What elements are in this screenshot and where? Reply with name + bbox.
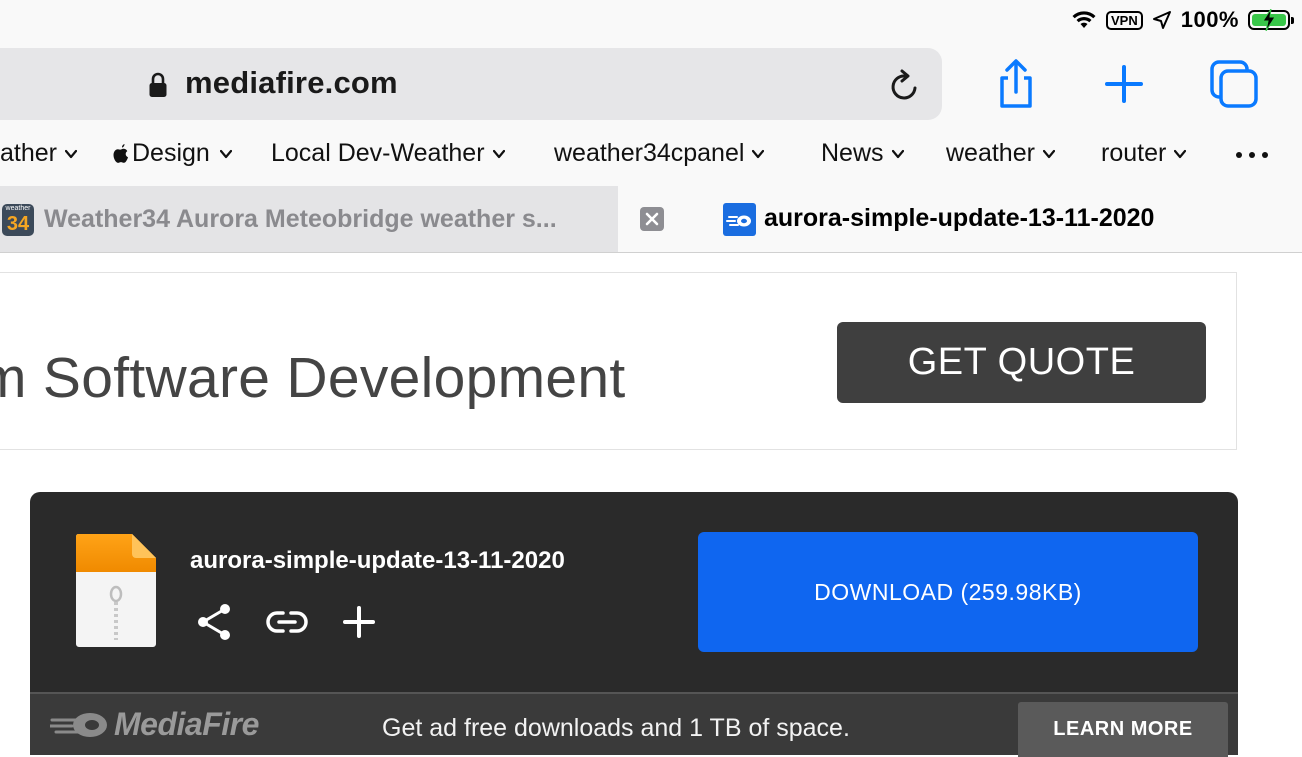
favicon-label: weather [5, 205, 31, 212]
zip-file-icon [75, 534, 156, 647]
reload-icon[interactable] [888, 68, 922, 104]
share-icon[interactable] [988, 56, 1044, 112]
bookmark-folder-weather[interactable]: weather [946, 139, 1055, 168]
link-icon[interactable] [266, 607, 308, 637]
learn-more-button[interactable]: LEARN MORE [1018, 702, 1228, 757]
favicon-number: 34 [6, 213, 30, 235]
bookmark-folder-news[interactable]: News [821, 139, 904, 168]
tab-title: Weather34 Aurora Meteobridge weather s..… [44, 205, 557, 233]
chevron-down-icon [752, 149, 765, 158]
more-bookmarks-icon[interactable] [1236, 152, 1268, 158]
ad-banner[interactable]: m Software Development GET QUOTE [0, 272, 1237, 450]
bookmark-folder-router[interactable]: router [1101, 139, 1187, 168]
tab-weather34[interactable]: weather 34 Weather34 Aurora Meteobridge … [0, 186, 618, 252]
location-arrow-icon [1152, 11, 1171, 29]
bookmark-label: Local Dev-Weather [271, 139, 485, 167]
chevron-down-icon [64, 149, 77, 158]
url-text[interactable]: mediafire.com [185, 65, 398, 101]
promo-text: Get ad free downloads and 1 TB of space. [382, 714, 850, 742]
status-bar: VPN 100% [0, 0, 1302, 40]
mediafire-logo-text: MediaFire [114, 706, 259, 742]
battery-percent: 100% [1180, 7, 1239, 32]
chevron-down-icon [1174, 149, 1187, 158]
mediafire-flame-icon [50, 712, 107, 737]
bookmarks-bar: ather Design Local Dev-Weather weather34… [0, 128, 1302, 186]
bookmark-folder-weather34cpanel[interactable]: weather34cpanel [554, 139, 765, 168]
ad-headline: m Software Development [0, 346, 626, 410]
bookmark-label: ather [0, 139, 57, 167]
bookmark-folder-weather-partial[interactable]: ather [0, 139, 77, 168]
battery-icon [1248, 9, 1294, 31]
bookmark-label: Design [132, 139, 210, 167]
browser-toolbar: mediafire.com [0, 40, 1302, 128]
vpn-badge: VPN [1105, 10, 1143, 30]
bookmark-folder-design[interactable]: Design [112, 139, 232, 168]
chevron-down-icon [1042, 149, 1055, 158]
file-name: aurora-simple-update-13-11-2020 [190, 547, 565, 574]
status-indicators: VPN 100% [1071, 6, 1294, 34]
close-tab-icon[interactable] [640, 207, 664, 231]
chevron-down-icon [891, 149, 904, 158]
tabs-overview-icon[interactable] [1206, 56, 1262, 112]
bookmark-label: News [821, 139, 884, 167]
tab-title: aurora-simple-update-13-11-2020 [764, 204, 1155, 232]
bookmark-label: weather34cpanel [554, 139, 745, 167]
share-icon[interactable] [196, 602, 232, 642]
file-actions [196, 602, 376, 642]
charging-bolt-icon [1262, 9, 1276, 31]
promo-bar: MediaFire Get ad free downloads and 1 TB… [30, 692, 1238, 757]
tab-bar: weather 34 Weather34 Aurora Meteobridge … [0, 186, 1302, 253]
get-quote-button[interactable]: GET QUOTE [837, 322, 1206, 403]
download-button[interactable]: DOWNLOAD (259.98KB) [698, 532, 1198, 652]
bookmark-folder-local-dev-weather[interactable]: Local Dev-Weather [271, 139, 505, 168]
chevron-down-icon [219, 149, 232, 158]
chevron-down-icon [492, 149, 505, 158]
battery-cap [1291, 17, 1294, 24]
new-tab-icon[interactable] [1096, 56, 1152, 112]
lock-icon [149, 72, 167, 97]
wifi-icon [1072, 11, 1096, 28]
download-card: aurora-simple-update-13-11-2020 DOWNLOAD… [30, 492, 1238, 692]
bookmark-label: router [1101, 139, 1167, 167]
bookmark-label: weather [946, 139, 1035, 167]
weather34-favicon-icon: weather 34 [2, 204, 34, 236]
apple-logo-icon [113, 143, 128, 163]
mediafire-favicon-icon [723, 203, 756, 236]
address-bar[interactable]: mediafire.com [0, 48, 942, 120]
add-icon[interactable] [342, 605, 376, 639]
mediafire-logo: MediaFire [50, 706, 259, 743]
